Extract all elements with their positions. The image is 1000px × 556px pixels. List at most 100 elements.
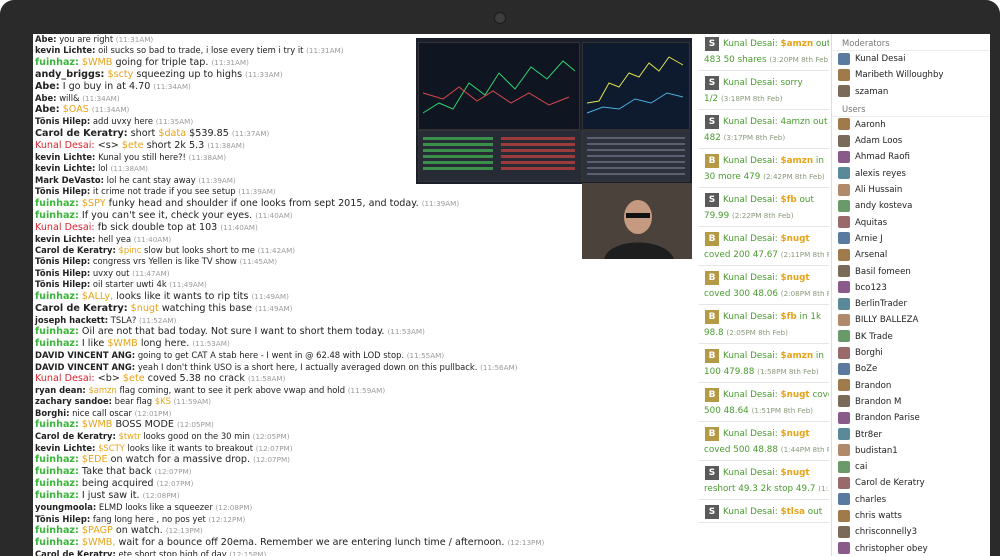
user-entry[interactable]: andy kosteva	[832, 198, 990, 214]
ticker-link[interactable]: $WMB	[107, 338, 137, 349]
user-entry[interactable]: Borghi	[832, 345, 990, 361]
chat-nick[interactable]: fuinhaz:	[35, 326, 79, 337]
ticker-link[interactable]: $SCTY	[98, 443, 125, 453]
chat-nick[interactable]: fuinhaz:	[35, 419, 79, 430]
user-entry[interactable]: Arsenal	[832, 247, 990, 263]
user-entry[interactable]: BoZe	[832, 361, 990, 377]
ticker-link[interactable]: $amzn	[780, 156, 813, 166]
chat-nick[interactable]: fuinhaz:	[35, 525, 79, 536]
trade-alert[interactable]: B Kunal Desai: $amzn in 30 more 479 (2:42P…	[699, 151, 829, 188]
chat-nick[interactable]: fuinhaz:	[35, 291, 79, 302]
chat-nick[interactable]: kevin Lichte:	[35, 234, 95, 244]
chat-nick[interactable]: Abe:	[35, 93, 57, 103]
user-entry[interactable]: budistan1	[832, 443, 990, 459]
chat-nick[interactable]: fuinhaz:	[35, 454, 79, 465]
user-entry[interactable]: Ahmad Raofi	[832, 149, 990, 165]
ticker-link[interactable]: $fb	[780, 312, 796, 322]
trade-alert[interactable]: S Kunal Desai: 4amzn out 482 (3:17PM 8th F…	[699, 112, 829, 149]
chat-nick[interactable]: Tõnis Hilep:	[35, 279, 90, 289]
trade-alerts-feed[interactable]: S Kunal Desai: $amzn out 483 50 shares (3:…	[699, 34, 829, 556]
user-entry[interactable]: bco123	[832, 280, 990, 296]
chat-nick[interactable]: Carol de Keratry:	[35, 128, 128, 139]
user-entry[interactable]: Aaronh	[832, 117, 990, 133]
user-entry[interactable]: Ali Hussain	[832, 182, 990, 198]
user-entry[interactable]: Btr8er	[832, 427, 990, 443]
user-entry[interactable]: szaman	[832, 84, 990, 100]
trade-alert[interactable]: S Kunal Desai: $amzn out 483 50 shares (3:…	[699, 34, 829, 71]
ticker-link[interactable]: $PAGP	[82, 525, 113, 536]
chat-nick[interactable]: Kunal Desai:	[35, 140, 95, 151]
ticker-link[interactable]: $ete	[122, 140, 144, 151]
chat-nick[interactable]: Tõnis Hilep:	[35, 116, 90, 126]
chat-nick[interactable]: fuinhaz:	[35, 478, 79, 489]
ticker-link[interactable]: $nugt	[780, 429, 809, 439]
chat-nick[interactable]: fuinhaz:	[35, 537, 79, 548]
chat-nick[interactable]: zachary sandoe:	[35, 396, 112, 406]
chat-nick[interactable]: kevin Lichte:	[35, 443, 95, 453]
user-entry[interactable]: BILLY BALLEZA	[832, 312, 990, 328]
user-entry[interactable]: Basil fomeen	[832, 264, 990, 280]
user-entry[interactable]: BerlinTrader	[832, 296, 990, 312]
chat-nick[interactable]: Carol de Keratry:	[35, 303, 128, 314]
user-entry[interactable]: BK Trade	[832, 329, 990, 345]
chat-nick[interactable]: fuinhaz:	[35, 466, 79, 477]
chat-nick[interactable]: Abe:	[35, 104, 60, 115]
ticker-link[interactable]: $SPY	[82, 198, 106, 209]
chat-nick[interactable]: kevin Lichte:	[35, 152, 95, 162]
trade-alert[interactable]: S Kunal Desai: sorry 1/2 (3:18PM 8th Feb)	[699, 73, 829, 110]
chat-nick[interactable]: fuinhaz:	[35, 338, 79, 349]
ticker-link[interactable]: $WMB,	[82, 537, 116, 548]
webcam-video[interactable]	[582, 183, 692, 259]
user-entry[interactable]: alexis reyes	[832, 166, 990, 182]
user-entry[interactable]: Aquitas	[832, 215, 990, 231]
user-entry[interactable]: christopher obey	[832, 541, 990, 556]
chat-nick[interactable]: Kunal Desai:	[35, 373, 95, 384]
chat-nick[interactable]: fuinhaz:	[35, 210, 79, 221]
ticker-link[interactable]: $nugt	[780, 468, 809, 478]
trade-alert[interactable]: S Kunal Desai: $tlsa out	[699, 502, 829, 523]
user-entry[interactable]: Kunal Desai	[832, 51, 990, 67]
chat-nick[interactable]: DAVID VINCENT ANG:	[35, 350, 135, 360]
chat-nick[interactable]: youngmoola:	[35, 502, 96, 512]
chat-nick[interactable]: Carol de Keratry:	[35, 431, 116, 441]
user-entry[interactable]: cai	[832, 459, 990, 475]
chat-nick[interactable]: Abe:	[35, 34, 57, 44]
ticker-link[interactable]: $nugt	[780, 273, 809, 283]
trade-alert[interactable]: B Kunal Desai: $fb in 1k 98.8 (2:05PM 8th …	[699, 307, 829, 344]
chat-nick[interactable]: Tõnis Hilep:	[35, 514, 90, 524]
trade-alert[interactable]: S Kunal Desai: $fb out 79.99 (2:22PM 8th F…	[699, 190, 829, 227]
ticker-link[interactable]: $nugt	[780, 390, 809, 400]
ticker-link[interactable]: $OAS	[63, 104, 89, 115]
chat-nick[interactable]: Kunal Desai:	[35, 222, 95, 233]
user-entry[interactable]: Brandon Parise	[832, 410, 990, 426]
chat-nick[interactable]: ryan dean:	[35, 385, 86, 395]
chat-nick[interactable]: DAVID VINCENT ANG:	[35, 362, 135, 372]
screen-share-video[interactable]	[416, 38, 692, 184]
ticker-link[interactable]: $ALLy,	[82, 291, 113, 302]
chat-nick[interactable]: kevin Lichte:	[35, 45, 95, 55]
chat-nick[interactable]: fuinhaz:	[35, 57, 79, 68]
trade-alert[interactable]: B Kunal Desai: $nugt coved 300 48.06 (2:0…	[699, 268, 829, 305]
user-entry[interactable]: Arnie J	[832, 231, 990, 247]
ticker-link[interactable]: $amzn	[88, 385, 116, 395]
ticker-link[interactable]: $EDE	[82, 454, 108, 465]
ticker-link[interactable]: $nugt	[780, 234, 809, 244]
chat-nick[interactable]: Abe:	[35, 81, 60, 92]
chat-nick[interactable]: kevin Lichte:	[35, 163, 95, 173]
ticker-link[interactable]: $nugt	[131, 303, 159, 314]
ticker-link[interactable]: $scty	[107, 69, 133, 80]
trade-alert[interactable]: B Kunal Desai: $amzn in 100 479.88 (1:58PM…	[699, 346, 829, 383]
user-entry[interactable]: Maribeth Willoughby	[832, 67, 990, 83]
ticker-link[interactable]: $twtr	[118, 431, 140, 441]
trade-alert[interactable]: S Kunal Desai: $nugt reshort 49.3 2k stop…	[699, 463, 829, 500]
chat-nick[interactable]: Tõnis Hilep:	[35, 256, 90, 266]
chat-nick[interactable]: Mark DeVasto:	[35, 175, 104, 185]
trade-alert[interactable]: B Kunal Desai: $nugt cove 500 48.64 (1:51P…	[699, 385, 829, 422]
ticker-link[interactable]: $amzn	[780, 351, 813, 361]
user-entry[interactable]: chris watts	[832, 508, 990, 524]
ticker-link[interactable]: $KS	[155, 396, 171, 406]
ticker-link[interactable]: $tlsa	[780, 507, 805, 517]
chat-nick[interactable]: fuinhaz:	[35, 198, 79, 209]
user-entry[interactable]: Brandon	[832, 378, 990, 394]
ticker-link[interactable]: $fb	[780, 195, 796, 205]
